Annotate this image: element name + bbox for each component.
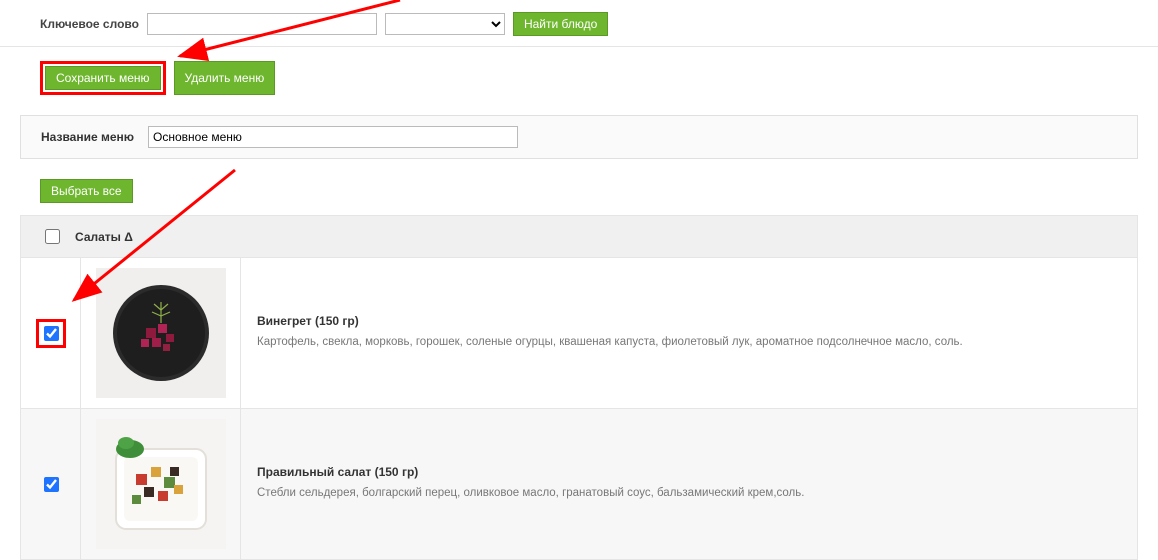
keyword-label: Ключевое слово <box>40 17 139 31</box>
dish-checkbox-highlight <box>36 319 66 348</box>
category-checkbox[interactable] <box>45 229 60 244</box>
dish-checkbox[interactable] <box>44 326 59 341</box>
menu-name-row: Название меню <box>20 115 1138 159</box>
dish-body: Винегрет (150 гр) Картофель, свекла, мор… <box>241 258 1137 408</box>
dish-title: Правильный салат (150 гр) <box>257 465 1121 479</box>
save-menu-highlight: Сохранить меню <box>40 61 166 95</box>
menu-actions: Сохранить меню Удалить меню <box>0 47 1158 111</box>
find-dish-button[interactable]: Найти блюдо <box>513 12 608 36</box>
dish-check-cell <box>21 409 81 559</box>
dish-title: Винегрет (150 гр) <box>257 314 1121 328</box>
category-label: Салаты Δ <box>75 230 133 244</box>
dish-desc: Стебли сельдерея, болгарский перец, олив… <box>257 485 1121 502</box>
menu-name-label: Название меню <box>41 130 134 144</box>
dish-desc: Картофель, свекла, морковь, горошек, сол… <box>257 334 1121 351</box>
select-all-button[interactable]: Выбрать все <box>40 179 133 203</box>
delete-menu-button[interactable]: Удалить меню <box>174 61 276 95</box>
dish-row: Винегрет (150 гр) Картофель, свекла, мор… <box>20 258 1138 409</box>
keyword-input[interactable] <box>147 13 377 35</box>
dish-body: Правильный салат (150 гр) Стебли сельдер… <box>241 409 1137 559</box>
dish-image-cell <box>81 409 241 559</box>
save-menu-button[interactable]: Сохранить меню <box>45 66 161 90</box>
search-bar: Ключевое слово Найти блюдо <box>0 0 1158 47</box>
dish-image-icon <box>96 419 226 549</box>
menu-name-input[interactable] <box>148 126 518 148</box>
dish-check-cell <box>21 258 81 408</box>
category-select[interactable] <box>385 13 505 35</box>
dish-image-cell <box>81 258 241 408</box>
dish-row: Правильный салат (150 гр) Стебли сельдер… <box>20 409 1138 560</box>
dish-checkbox[interactable] <box>44 477 59 492</box>
dish-image-icon <box>96 268 226 398</box>
category-header: Салаты Δ <box>20 215 1138 258</box>
select-all-row: Выбрать все <box>20 173 1138 209</box>
